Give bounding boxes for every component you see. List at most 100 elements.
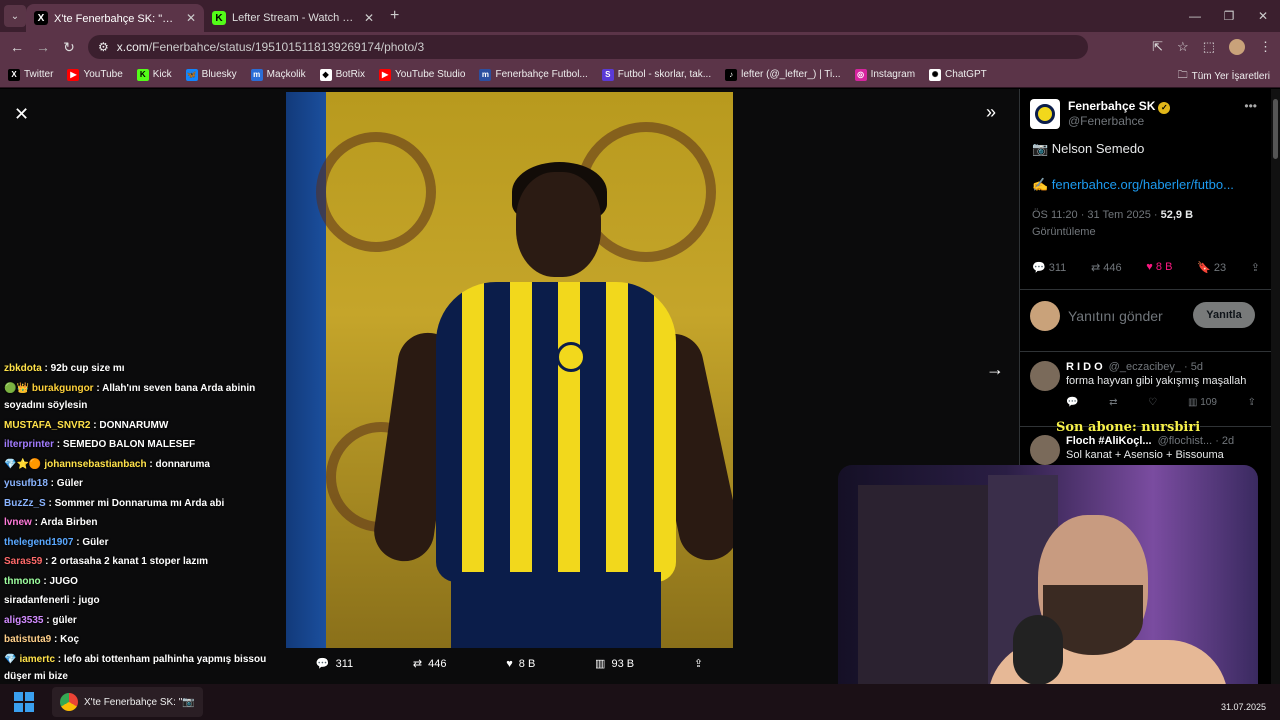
chat-username[interactable]: batistuta9 <box>4 634 51 645</box>
chat-username[interactable]: alig3535 <box>4 615 43 626</box>
close-tab-icon[interactable]: ✕ <box>186 11 196 25</box>
reply-button[interactable]: 💬 311 <box>1032 261 1066 274</box>
share-icon[interactable]: ⇪ <box>1248 397 1256 408</box>
bookmark-item[interactable]: K Kick <box>136 68 172 81</box>
chat-separator: : <box>51 634 61 645</box>
chat-username[interactable]: siradanfenerli <box>4 595 70 606</box>
site-info-icon[interactable]: ⚙ <box>98 40 109 54</box>
tweet-photo[interactable] <box>286 92 733 648</box>
menu-icon[interactable]: ⋮ <box>1259 39 1272 55</box>
reply-icon[interactable]: 💬 <box>1066 397 1078 408</box>
chat-username[interactable]: BuzZz_S <box>4 498 46 509</box>
reply-item[interactable]: R I D O @_eczacibey_ · 5d forma hayvan gi… <box>1030 361 1266 408</box>
bookmark-item[interactable]: ▶ YouTube <box>67 68 123 81</box>
scrollbar-thumb[interactable] <box>1273 99 1278 159</box>
chat-badges-icon: 🟢👑 <box>4 382 29 394</box>
views-button[interactable]: ▥ 109 <box>1188 397 1217 408</box>
restore-icon[interactable]: ❐ <box>1212 0 1246 32</box>
close-tab-icon[interactable]: ✕ <box>364 11 374 25</box>
tab-title: Lefter Stream - Watch Live on K <box>232 12 358 24</box>
repost-button[interactable]: ⇄ 446 <box>413 657 447 671</box>
scrollbar[interactable] <box>1271 89 1280 684</box>
reload-icon[interactable]: ↻ <box>56 39 82 56</box>
repost-icon[interactable]: ⇄ <box>1109 397 1117 408</box>
like-button[interactable]: ♥ 8 B <box>506 657 535 670</box>
chat-message: 🟢👑 burakgungor : Allah'ını seven bana Ard… <box>0 379 280 416</box>
chat-username[interactable]: MUSTAFA_SNVR2 <box>4 420 91 431</box>
chat-text: SEMEDO BALON MALESEF <box>62 439 196 450</box>
taskbar-chrome-app[interactable]: X'te Fenerbahçe SK: "📷 <box>52 687 203 717</box>
last-subscriber-banner: Son abone: nursbiri <box>1056 420 1201 435</box>
reply-item[interactable]: Floch #AliKoçl... @flochist... · 2d Sol k… <box>1030 435 1266 465</box>
reply-avatar[interactable] <box>1030 361 1060 391</box>
photo-action-bar: 💬 311 ⇄ 446 ♥ 8 B ▥ 93 B ⇪ <box>286 657 733 671</box>
chat-username[interactable]: iamertc <box>19 654 55 665</box>
chat-username[interactable]: Saras59 <box>4 556 42 567</box>
author-name[interactable]: Fenerbahçe SK <box>1068 99 1155 113</box>
tweet-link[interactable]: ✍️ fenerbahce.org/haberler/futbo... <box>1032 177 1252 193</box>
reply-author[interactable]: R I D O <box>1066 361 1103 373</box>
install-icon[interactable]: ⇱ <box>1152 39 1163 55</box>
chat-username[interactable]: thmono <box>4 576 41 587</box>
close-icon[interactable]: ✕ <box>14 104 29 125</box>
chat-message: 💎 iamertc : lefo abi tottenham palhinha y… <box>0 650 280 687</box>
bookmark-item[interactable]: S Futbol - skorlar, tak... <box>601 68 711 81</box>
forward-icon[interactable]: → <box>30 39 56 55</box>
chat-username[interactable]: burakgungor <box>32 383 94 394</box>
reply-button[interactable]: 💬 311 <box>316 657 353 671</box>
like-button[interactable]: ♥ 8 B <box>1146 261 1172 274</box>
author-avatar[interactable] <box>1030 99 1060 129</box>
tweet-author[interactable]: Fenerbahçe SK ✓ @Fenerbahce <box>1030 99 1171 129</box>
bookmark-item[interactable]: ▶ YouTube Studio <box>379 68 465 81</box>
star-icon[interactable]: ☆ <box>1177 39 1189 55</box>
heart-icon[interactable]: ♡ <box>1148 397 1157 408</box>
all-bookmarks-button[interactable]: 🗀 Tüm Yer İşaretleri <box>1178 68 1270 85</box>
more-options-icon[interactable]: ••• <box>1244 99 1257 113</box>
chat-username[interactable]: thelegend1907 <box>4 537 73 548</box>
address-bar[interactable]: ⚙ x.com/Fenerbahce/status/19510151181392… <box>88 35 1088 59</box>
chat-message: yusufb18 : Güler <box>0 474 280 494</box>
extensions-icon[interactable]: ⬚ <box>1203 39 1215 55</box>
bookmark-item[interactable]: 🦋 Bluesky <box>185 68 237 81</box>
bookmark-item[interactable]: m Fenerbahçe Futbol... <box>479 68 588 81</box>
views-button[interactable]: ▥ 93 B <box>595 657 634 671</box>
tab-lefter-stream[interactable]: K Lefter Stream - Watch Live on K ✕ <box>204 4 382 32</box>
profile-avatar[interactable] <box>1229 39 1245 55</box>
chat-separator: : <box>42 556 52 567</box>
bookmark-item[interactable]: X Twitter <box>8 68 53 81</box>
minimize-icon[interactable]: — <box>1178 0 1212 32</box>
bookmark-item[interactable]: ✺ ChatGPT <box>929 68 987 81</box>
reply-avatar[interactable] <box>1030 435 1060 465</box>
bookmark-button[interactable]: 🔖 23 <box>1197 261 1226 274</box>
bookmark-item[interactable]: m Maçkolik <box>250 68 306 81</box>
chat-message: lvnew : Arda Birben <box>0 513 280 533</box>
chat-username[interactable]: johannsebastianbach <box>44 459 146 470</box>
tab-fenerbahce[interactable]: X X'te Fenerbahçe SK: "📷 Nelson ✕ <box>26 4 204 32</box>
author-handle[interactable]: @Fenerbahce <box>1068 114 1170 128</box>
chat-username[interactable]: ilterprinter <box>4 439 54 450</box>
bookmark-item[interactable]: ◎ Instagram <box>854 68 916 81</box>
tab-search-button[interactable]: ⌄ <box>4 5 26 27</box>
chat-username[interactable]: zbkdota <box>4 363 42 374</box>
chat-text: 2 ortasaha 2 kanat 1 stoper lazım <box>51 556 208 567</box>
reply-author[interactable]: Floch #AliKoçl... <box>1066 435 1152 447</box>
share-button[interactable]: ⇪ <box>694 657 703 670</box>
repost-button[interactable]: ⇄ 446 <box>1091 261 1122 274</box>
reply-submit-button[interactable]: Yanıtla <box>1193 302 1255 328</box>
chat-username[interactable]: lvnew <box>4 517 32 528</box>
reply-input[interactable]: Yanıtını gönder <box>1068 308 1163 324</box>
new-tab-button[interactable]: + <box>390 7 399 25</box>
x-logo-icon: X <box>34 11 48 25</box>
windows-start-icon[interactable] <box>14 692 34 712</box>
back-icon[interactable]: ← <box>4 39 30 55</box>
bookmark-item[interactable]: ◆ BotRix <box>319 68 365 81</box>
bookmark-item[interactable]: ♪ lefter (@_lefter_) | Ti... <box>725 68 841 81</box>
tweet-timestamp[interactable]: ÖS 11:20 · 31 Tem 2025 · <box>1032 209 1161 221</box>
next-photo-icon[interactable]: → <box>986 359 1004 380</box>
expand-panel-icon[interactable]: » <box>986 102 996 123</box>
share-button[interactable]: ⇪ <box>1251 261 1260 274</box>
bookmark-label: Instagram <box>870 69 916 80</box>
bookmark-label: ChatGPT <box>945 69 987 80</box>
close-window-icon[interactable]: ✕ <box>1246 0 1280 32</box>
chat-username[interactable]: yusufb18 <box>4 478 48 489</box>
